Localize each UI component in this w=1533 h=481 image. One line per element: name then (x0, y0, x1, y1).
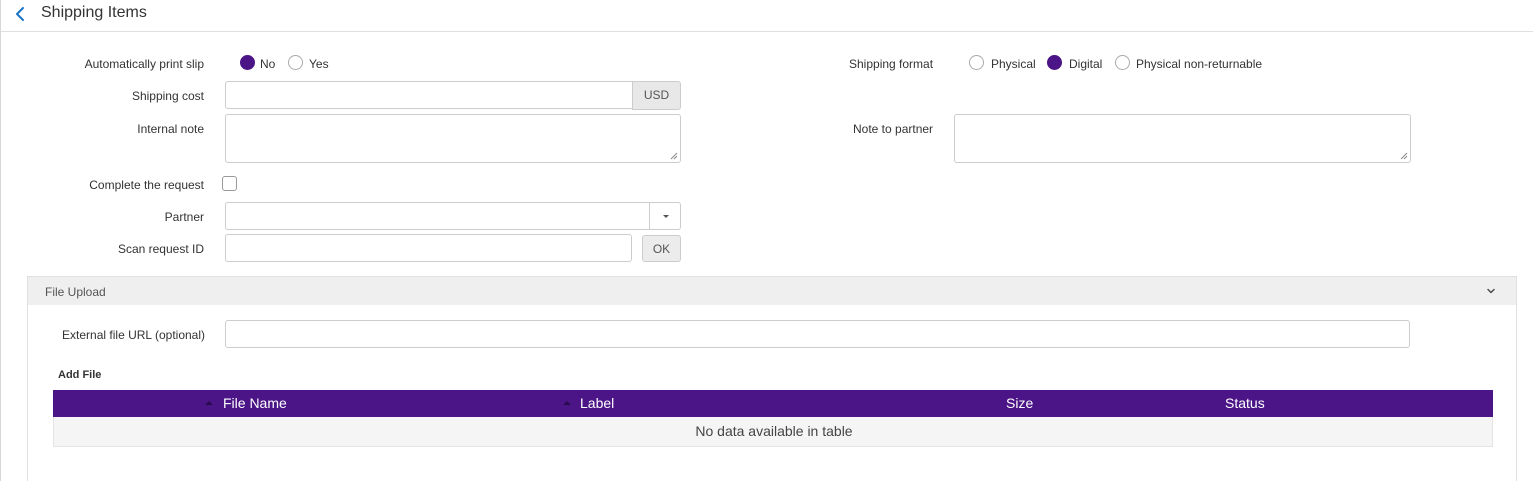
scan-request-input[interactable] (225, 234, 632, 262)
column-header-status[interactable]: Status (1225, 395, 1265, 411)
resize-grip-icon[interactable] (1400, 152, 1408, 160)
auto-print-label: Automatically print slip (84, 57, 204, 71)
note-to-partner-label: Note to partner (853, 122, 934, 136)
auto-print-no-radio[interactable] (240, 55, 255, 70)
select-divider (649, 203, 650, 229)
format-physical-non-returnable-label: Physical non-returnable (1136, 57, 1263, 71)
format-digital-label: Digital (1069, 57, 1103, 71)
shipping-format-label: Shipping format (849, 57, 934, 71)
files-table: File Name Label Size Status No data avai… (53, 390, 1493, 447)
column-header-label[interactable]: Label (580, 395, 614, 411)
sort-asc-icon[interactable] (563, 401, 571, 405)
auto-print-no-label: No (260, 57, 276, 71)
internal-note-label: Internal note (137, 122, 204, 136)
external-url-label: External file URL (optional) (62, 328, 205, 342)
external-url-input[interactable] (225, 320, 1410, 348)
file-upload-header[interactable]: File Upload (28, 277, 1516, 305)
scan-ok-button[interactable]: OK (642, 235, 681, 262)
sort-asc-icon[interactable] (205, 401, 213, 405)
scan-request-label: Scan request ID (117, 242, 204, 256)
partner-select[interactable] (225, 202, 681, 230)
currency-addon: USD (632, 81, 681, 110)
page: Shipping Items Automatically print slip … (0, 0, 1533, 481)
auto-print-yes-label: Yes (309, 57, 329, 71)
resize-grip-icon[interactable] (670, 152, 678, 160)
format-physical-radio[interactable] (969, 55, 984, 70)
shipping-cost-label: Shipping cost (131, 89, 204, 103)
note-to-partner-textarea[interactable] (954, 114, 1411, 163)
complete-request-label: Complete the request (89, 178, 204, 192)
chevron-left-icon[interactable] (12, 5, 30, 23)
page-header: Shipping Items (1, 0, 1533, 32)
column-header-file-name[interactable]: File Name (223, 395, 287, 411)
empty-table-message: No data available in table (695, 423, 853, 439)
auto-print-yes-radio[interactable] (288, 55, 303, 70)
shipping-cost-input[interactable] (225, 81, 633, 109)
partner-label: Partner (164, 210, 204, 224)
format-physical-label: Physical (991, 57, 1036, 71)
file-upload-section: File Upload (27, 276, 1517, 481)
internal-note-textarea[interactable] (225, 114, 681, 163)
caret-down-icon[interactable] (663, 215, 669, 218)
complete-request-checkbox[interactable] (222, 176, 237, 191)
chevron-down-icon[interactable] (1486, 286, 1496, 296)
add-file-label: Add File (58, 369, 102, 381)
table-row: No data available in table (53, 417, 1493, 447)
column-header-size[interactable]: Size (1006, 395, 1033, 411)
file-upload-title: File Upload (45, 285, 106, 299)
table-header: File Name Label Size Status (53, 390, 1493, 417)
page-title: Shipping Items (41, 4, 147, 21)
format-digital-radio[interactable] (1047, 55, 1062, 70)
format-physical-non-returnable-radio[interactable] (1115, 55, 1130, 70)
